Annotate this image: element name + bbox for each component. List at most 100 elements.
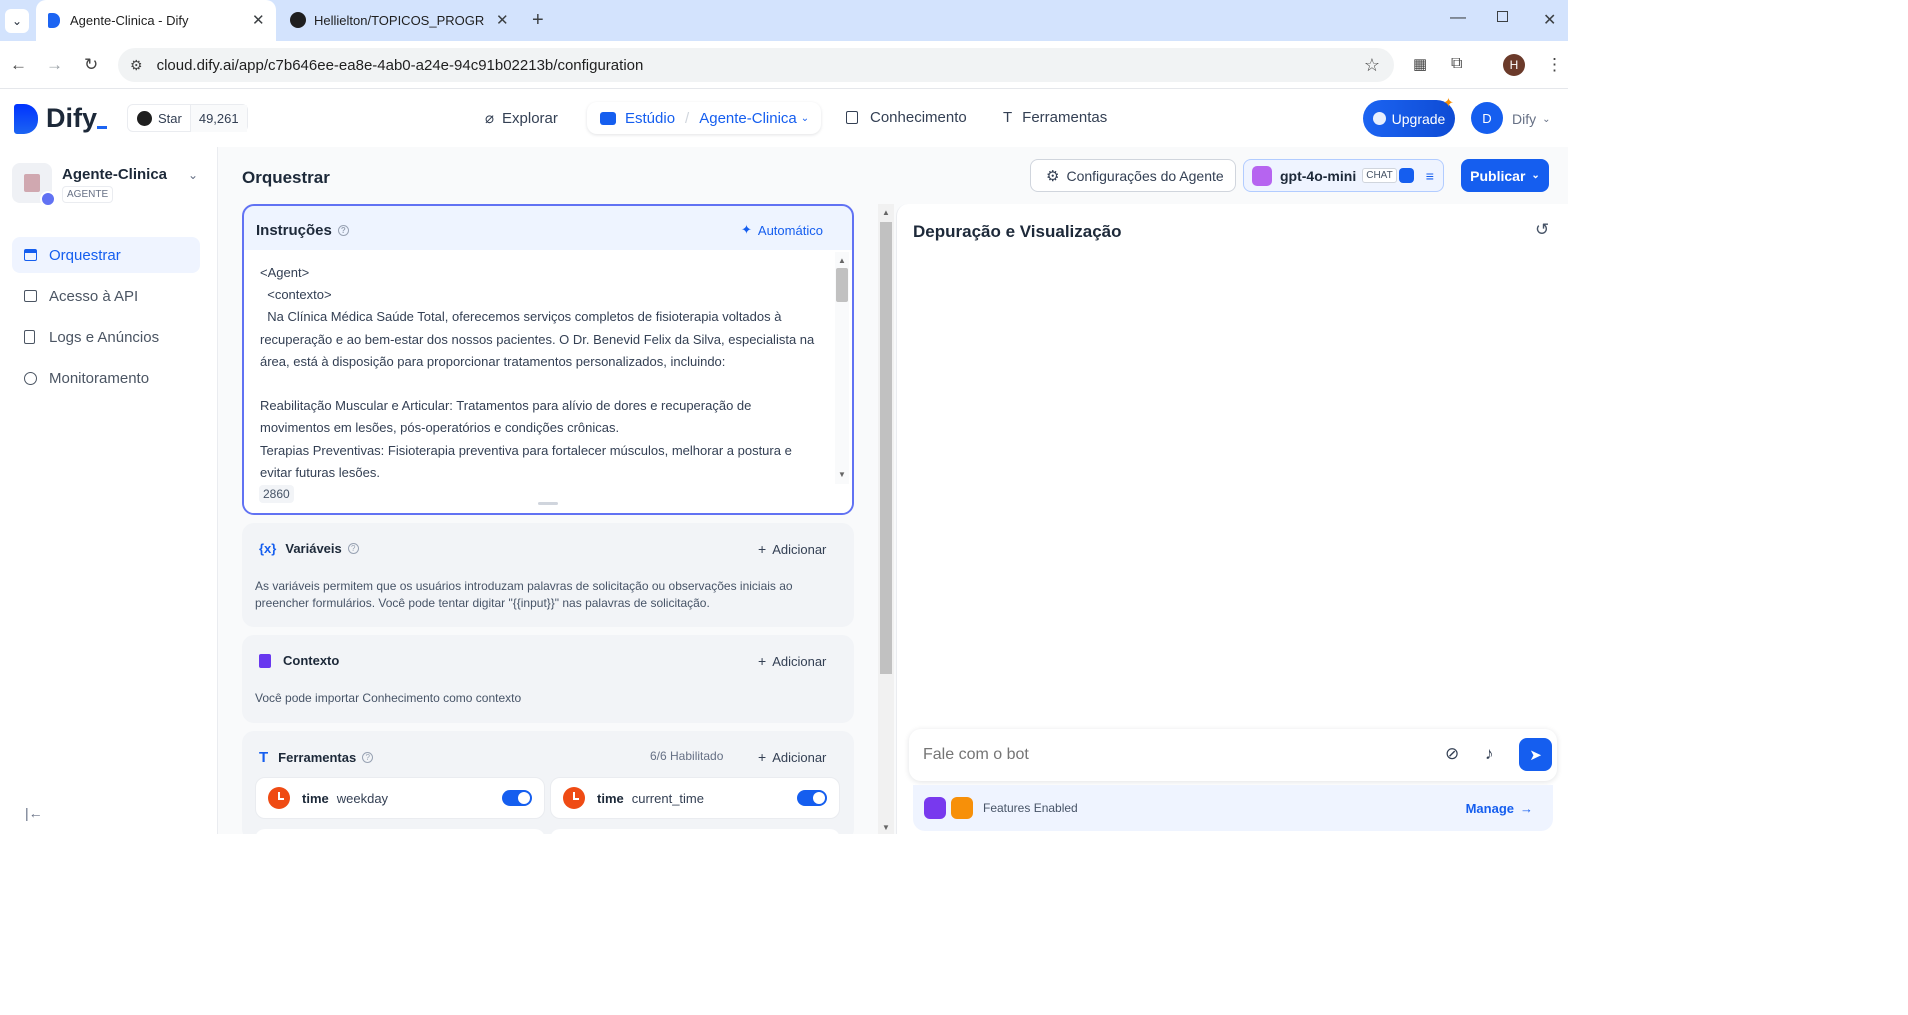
chevron-down-icon[interactable]: ⌄ <box>188 168 198 182</box>
arrow-right-icon: → <box>1520 800 1533 816</box>
layout-icon <box>24 249 37 261</box>
add-variable-button[interactable]: + Adicionar <box>758 541 826 557</box>
prompt-line: Na Clínica Médica Saúde Total, oferecemo… <box>260 309 782 325</box>
dify-logo[interactable]: Dify <box>14 103 108 134</box>
publish-button[interactable]: Publicar ⌄ <box>1461 159 1549 192</box>
tool-item[interactable] <box>550 829 840 834</box>
close-tab-icon[interactable]: ✕ <box>252 11 265 29</box>
tool-item[interactable] <box>255 829 545 834</box>
nav-tools[interactable]: T Ferramentas <box>1003 109 1107 126</box>
tool-toggle[interactable] <box>502 790 532 806</box>
help-icon[interactable]: ? <box>347 543 359 554</box>
scroll-up-icon[interactable]: ▲ <box>882 208 890 217</box>
app-switcher[interactable]: Agente-Clinica <box>699 110 797 127</box>
browser-tab-dify[interactable]: Agente-Clinica - Dify ✕ <box>36 0 276 41</box>
context-header: Contexto <box>259 653 339 668</box>
prompt-line: recuperação e ao bem-estar dos nossos pa… <box>260 331 815 347</box>
address-bar[interactable]: ⚙ cloud.dify.ai/app/c7b646ee-ea8e-4ab0-a… <box>118 48 1394 82</box>
prompt-line: Terapias Preventivas: Fisioterapia preve… <box>260 442 792 458</box>
chevron-down-icon: ⌄ <box>800 112 810 124</box>
add-context-button[interactable]: + Adicionar <box>758 653 826 669</box>
add-tool-button[interactable]: + Adicionar <box>758 749 826 765</box>
refresh-icon[interactable]: ↺ <box>1535 220 1549 240</box>
app-type-badge: AGENTE <box>62 186 114 203</box>
scrollbar-thumb[interactable] <box>880 222 892 674</box>
scroll-down-icon[interactable]: ▼ <box>882 823 890 832</box>
qr-code-icon[interactable]: ▦ <box>1413 55 1427 73</box>
tool-item[interactable]: time weekday <box>255 777 545 819</box>
github-icon <box>137 110 152 126</box>
browser-tab-strip: ⌄ Agente-Clinica - Dify ✕ Hellielton/TOP… <box>0 0 1568 41</box>
sidebar-item-api[interactable]: Acesso à API <box>12 278 200 314</box>
new-tab-icon[interactable]: + <box>532 9 544 32</box>
chat-input[interactable] <box>923 746 1423 764</box>
bookmark-star-icon[interactable]: ☆ <box>1364 55 1380 76</box>
sidebar-item-logs[interactable]: Logs e Anúncios <box>12 319 200 355</box>
nav-studio[interactable]: Estúdio / Agente-Clinica ⌄ <box>587 102 821 134</box>
dify-logo-icon <box>14 103 38 134</box>
profile-avatar[interactable]: H <box>1503 54 1525 76</box>
browser-tab-github[interactable]: Hellielton/TOPICOS_PROGRAM ✕ <box>280 0 520 41</box>
variables-description: As variáveis permitem que os usuários in… <box>255 579 793 610</box>
paperclip-icon[interactable]: ⊘ <box>1445 744 1459 764</box>
browser-menu-icon[interactable]: ⋮ <box>1546 55 1563 75</box>
github-favicon-icon <box>290 12 306 28</box>
collapse-sidebar-icon[interactable]: |← <box>25 805 43 821</box>
tool-toggle[interactable] <box>797 790 827 806</box>
github-star-widget[interactable]: Star 49,261 <box>127 104 248 132</box>
tool-item[interactable]: time current_time <box>550 777 840 819</box>
chevron-down-icon: ⌄ <box>1542 113 1551 125</box>
context-card: Contexto + Adicionar Você pode importar … <box>242 635 854 723</box>
manage-features-button[interactable]: Manage → <box>1466 801 1533 816</box>
forward-icon[interactable]: → <box>46 55 63 75</box>
hammer-icon: T <box>259 749 269 766</box>
tools-enabled-count: 6/6 Habilitado <box>650 749 724 763</box>
scrollbar-thumb[interactable] <box>836 268 848 302</box>
tab-search-button[interactable]: ⌄ <box>5 9 29 33</box>
resize-handle[interactable] <box>538 502 558 505</box>
instructions-editor[interactable]: <Agent> <contexto> Na Clínica Médica Saú… <box>244 250 852 513</box>
restore-icon[interactable] <box>1497 11 1508 22</box>
microphone-icon[interactable]: ♪ <box>1485 744 1494 764</box>
document-icon <box>259 653 271 668</box>
help-icon[interactable]: ? <box>337 225 349 236</box>
agent-settings-button[interactable]: ⚙ Configurações do Agente <box>1030 159 1236 192</box>
upgrade-button[interactable]: Upgrade <box>1363 100 1455 137</box>
minimize-icon[interactable]: — <box>1450 9 1466 27</box>
nav-separator: / <box>685 109 690 127</box>
help-icon[interactable]: ? <box>362 752 374 763</box>
reload-icon[interactable]: ↻ <box>84 55 98 75</box>
upgrade-star-icon: ✦ <box>1443 95 1454 110</box>
site-info-icon[interactable]: ⚙ <box>130 57 143 74</box>
sidebar-item-orquestrar[interactable]: Orquestrar <box>12 237 200 273</box>
model-selector[interactable]: gpt-4o-mini CHAT ≡ <box>1243 159 1444 192</box>
nav-knowledge[interactable]: Conhecimento <box>846 109 967 126</box>
config-scrollbar[interactable]: ▲ ▼ <box>878 204 894 834</box>
editor-scrollbar[interactable]: ▲ ▼ <box>835 252 849 484</box>
variables-header: {x} Variáveis ? <box>259 541 359 556</box>
app-info[interactable]: Agente-Clinica AGENTE ⌄ <box>12 163 202 207</box>
auto-generate-button[interactable]: ✦ Automático <box>741 222 823 238</box>
close-window-icon[interactable]: ✕ <box>1543 10 1556 30</box>
settings-sliders-icon[interactable]: ≡ <box>1426 168 1434 184</box>
chat-input-box[interactable]: ⊘ ♪ ➤ <box>909 729 1557 781</box>
nav-explore[interactable]: ⌀ Explorar <box>485 109 558 128</box>
plus-icon: + <box>758 541 767 557</box>
variable-icon: {x} <box>259 541 277 556</box>
close-tab-icon[interactable]: ✕ <box>496 11 509 29</box>
logo-underscore <box>97 126 108 129</box>
back-icon[interactable]: ← <box>10 55 27 75</box>
chevron-down-icon: ⌄ <box>1531 170 1540 181</box>
extensions-icon[interactable]: ⧉ <box>1451 55 1462 73</box>
sidebar-item-monitoring[interactable]: Monitoramento <box>12 360 200 396</box>
app-header: Dify Star 49,261 ⌀ Explorar Estúdio / Ag… <box>0 89 1568 147</box>
voice-feature-icon <box>924 797 946 819</box>
clock-icon <box>268 787 290 809</box>
scroll-down-icon[interactable]: ▼ <box>838 470 846 479</box>
user-avatar[interactable]: D <box>1471 102 1503 134</box>
tab-title: Hellielton/TOPICOS_PROGRAM <box>314 13 484 28</box>
send-button[interactable]: ➤ <box>1519 738 1552 771</box>
workspace-selector[interactable]: Dify ⌄ <box>1512 111 1551 127</box>
instructions-card: Instruções ? ✦ Automático <Agent> <conte… <box>242 204 854 515</box>
scroll-up-icon[interactable]: ▲ <box>838 256 846 265</box>
